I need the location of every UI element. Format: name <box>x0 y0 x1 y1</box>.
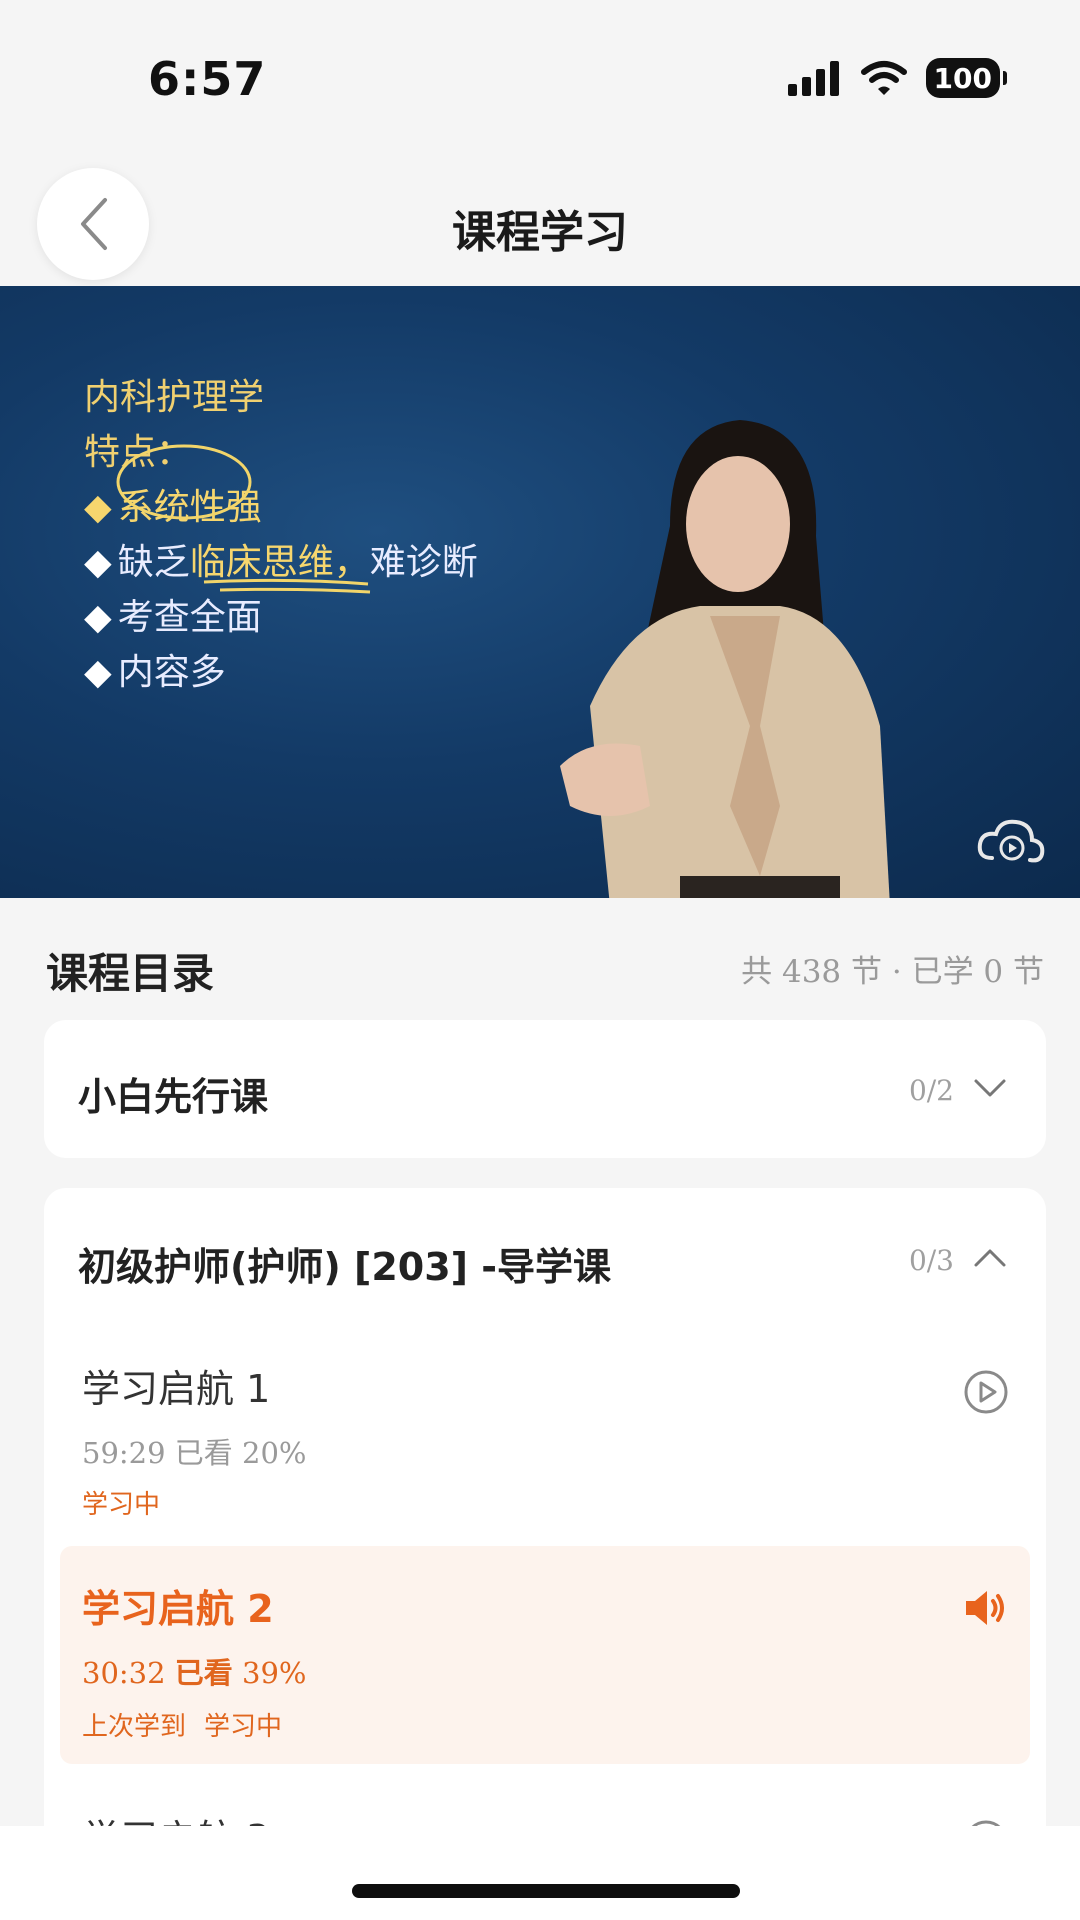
slide-bullet: ◆ 考查全面 <box>84 597 262 638</box>
catalog-title: 课程目录 <box>46 949 215 998</box>
wifi-icon <box>860 61 907 95</box>
presenter-image <box>560 420 890 898</box>
annotation-underline <box>203 578 371 594</box>
slide-title: 内科护理学 <box>84 377 265 418</box>
lesson-status: 上次学到 学习中 <box>82 1706 282 1743</box>
studying-label: 学习中 <box>204 1712 283 1742</box>
play-circle-icon[interactable] <box>962 1368 1010 1416</box>
battery-level: 100 <box>933 61 992 95</box>
status-bar: 6:57 100 <box>0 0 1080 160</box>
chevron-up-icon[interactable] <box>972 1240 1008 1276</box>
cloud-play-icon <box>977 819 1045 863</box>
slide-bullet: ◆ 内容多 <box>84 652 226 693</box>
course-study-page: 6:57 100 课程学习 内科护理学 特点： ◆ 系统性强 ◆ 缺乏临床思维，… <box>0 0 1080 1920</box>
section-title: 小白先行课 <box>78 1075 269 1119</box>
video-player[interactable]: 内科护理学 特点： ◆ 系统性强 ◆ 缺乏临床思维，难诊断 ◆ 考查全面 ◆ 内容多 <box>0 286 1080 898</box>
section-card: 初级护师(护师) [203] -导学课 0/3 学习启航 1 59:29 已看 … <box>44 1188 1046 1920</box>
slide-content: 内科护理学 特点： ◆ 系统性强 ◆ 缺乏临床思维，难诊断 ◆ 考查全面 ◆ 内容多 <box>84 370 478 700</box>
lesson-name: 学习启航 2 <box>82 1587 274 1631</box>
page-title: 课程学习 <box>452 207 628 258</box>
lesson-progress: 30:32 已看 39% <box>82 1656 307 1690</box>
signal-icon <box>787 61 839 96</box>
lesson-item[interactable]: 学习启航 1 59:29 已看 20% 学习中 <box>60 1338 1030 1538</box>
lesson-status: 学习中 <box>82 1490 161 1520</box>
bottom-safe-area <box>0 1826 1080 1920</box>
section-count: 0/2 <box>908 1074 954 1107</box>
lesson-name: 学习启航 1 <box>82 1367 271 1411</box>
chevron-down-icon[interactable] <box>972 1070 1008 1106</box>
annotation-circle <box>116 444 252 520</box>
lesson-item-active[interactable]: 学习启航 2 30:32 已看 39% 上次学到 学习中 <box>60 1546 1030 1764</box>
lesson-progress: 59:29 已看 20% <box>82 1436 307 1470</box>
section-card[interactable]: 小白先行课 0/2 <box>44 1020 1046 1158</box>
home-indicator[interactable] <box>352 1884 740 1898</box>
status-time: 6:57 <box>148 52 267 106</box>
speaker-icon <box>966 1591 1004 1625</box>
section-count: 0/3 <box>908 1244 954 1277</box>
last-studied-label: 上次学到 <box>82 1712 187 1742</box>
catalog-stats: 共 438 节 · 已学 0 节 <box>741 954 1044 990</box>
status-icons: 100 <box>786 58 1008 98</box>
section-title[interactable]: 初级护师(护师) [203] -导学课 <box>78 1236 611 1291</box>
battery-indicator: 100 <box>925 58 1008 98</box>
